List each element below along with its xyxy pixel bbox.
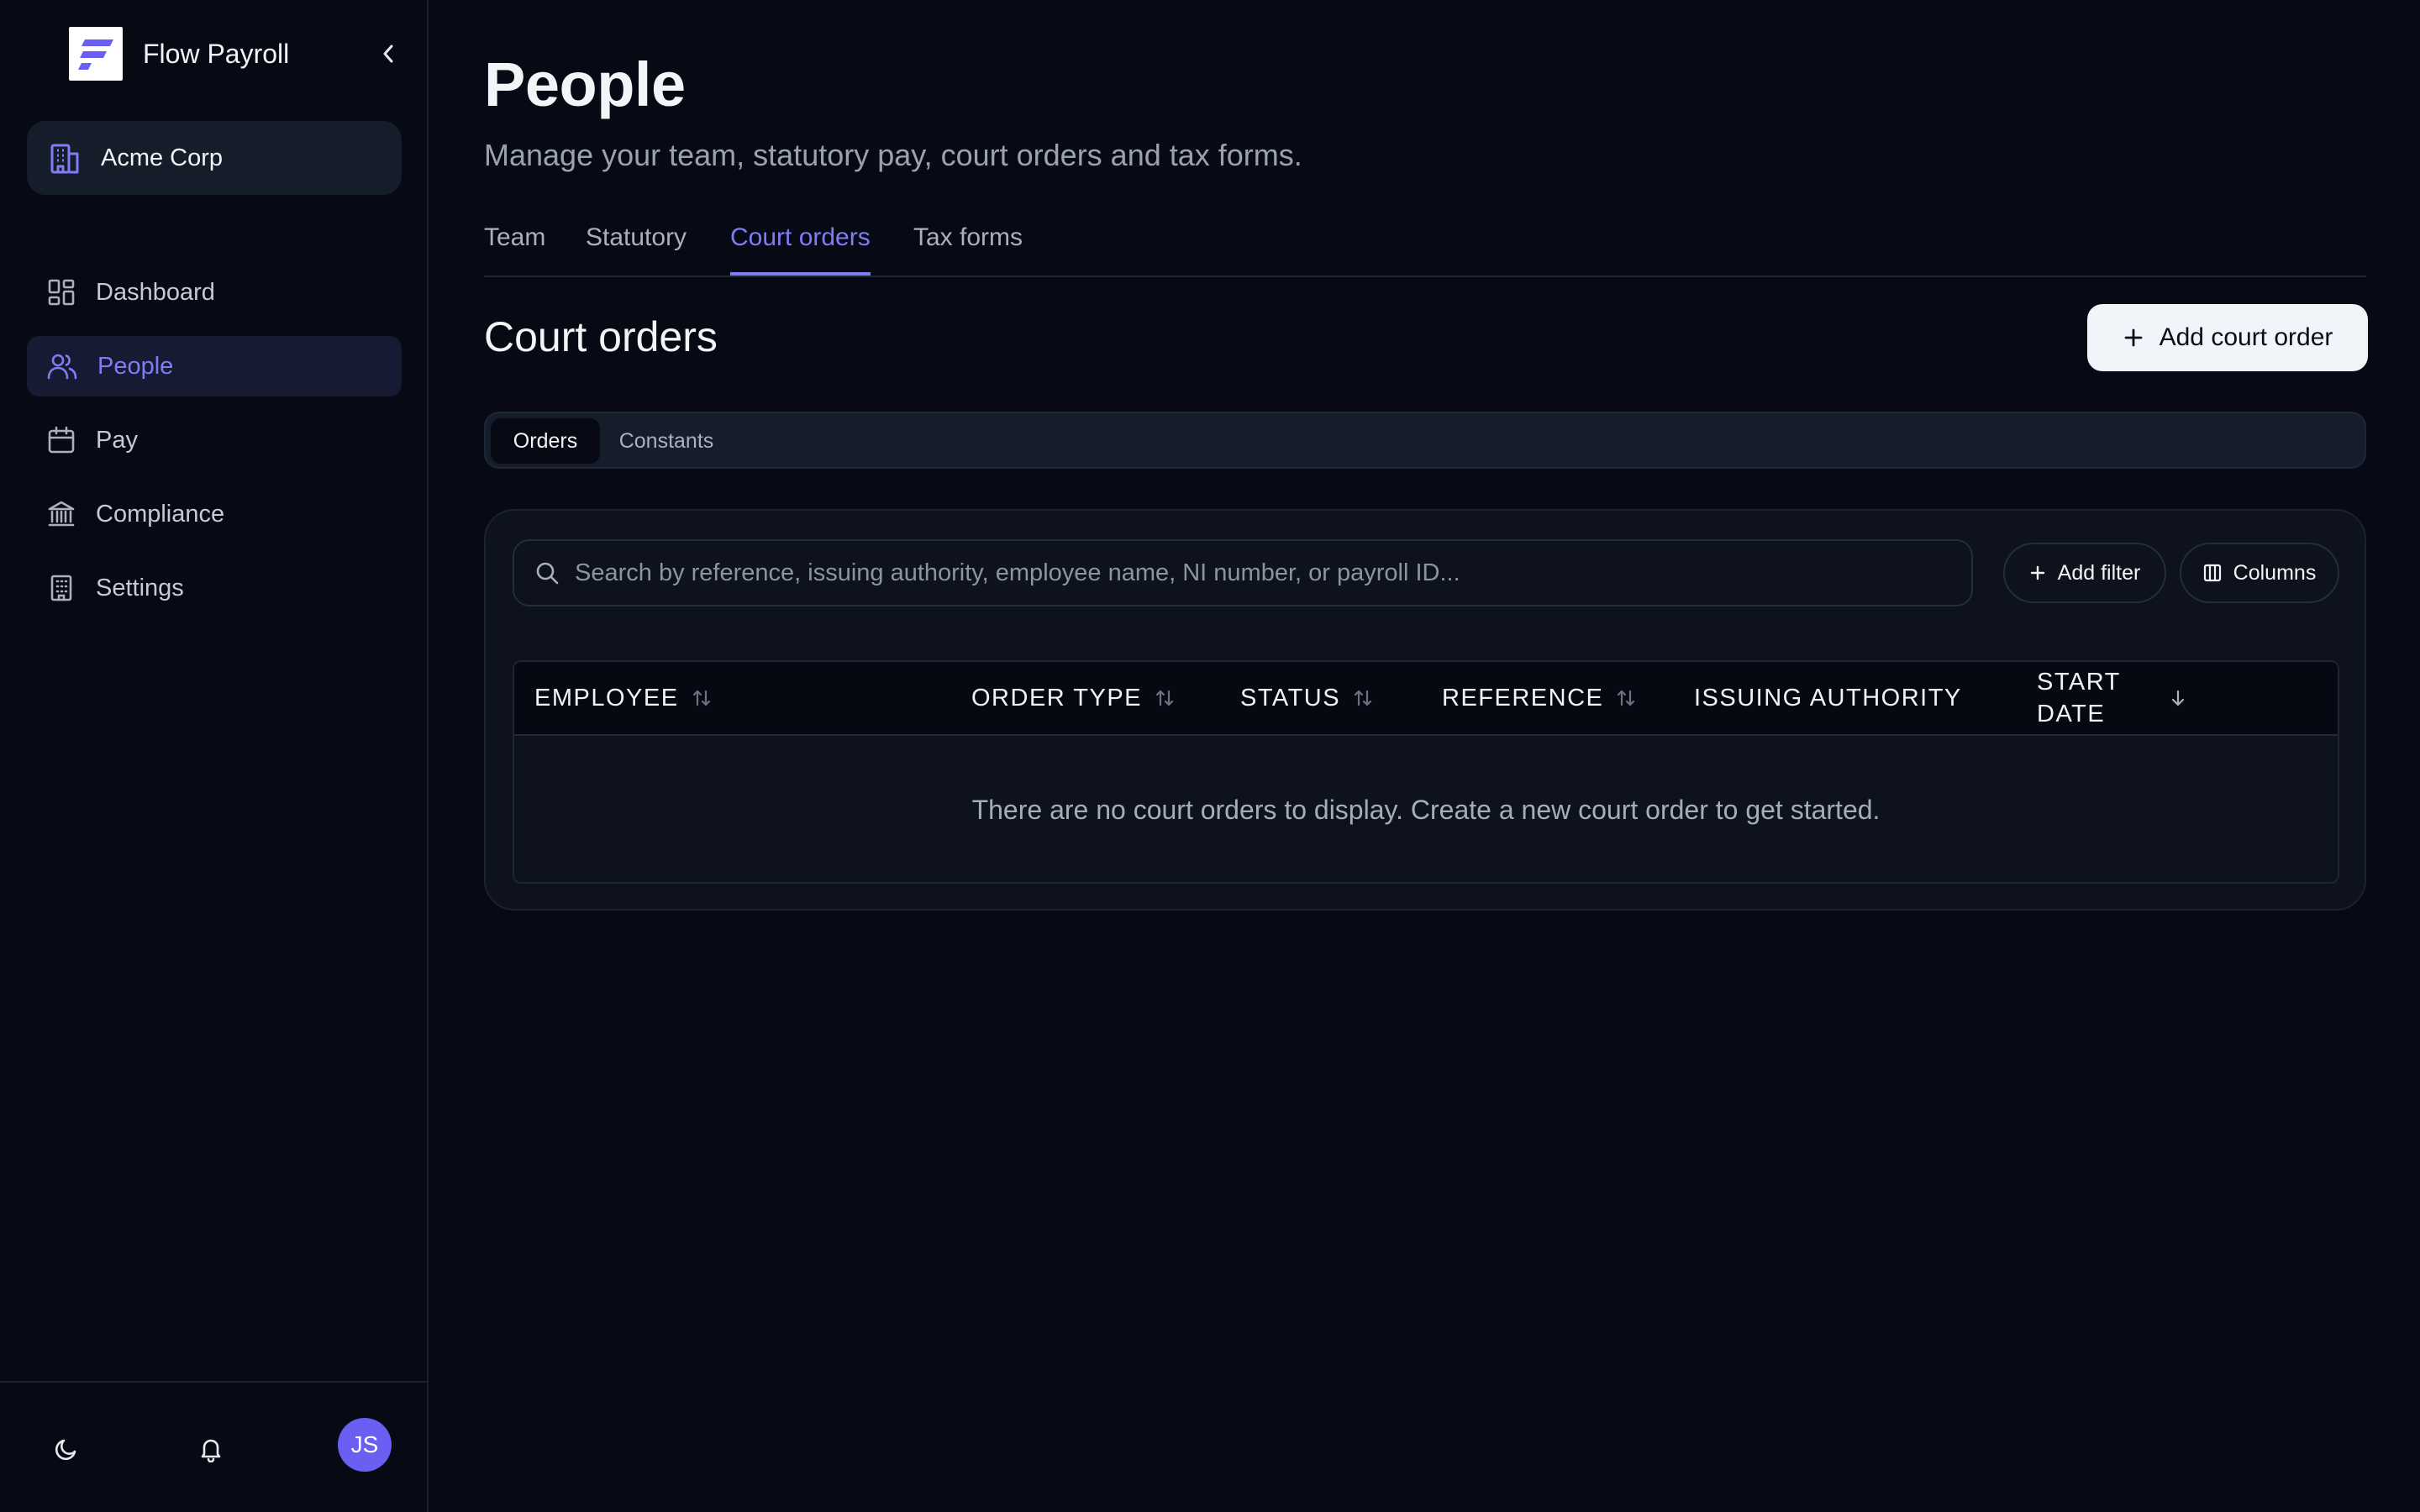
- add-filter-label: Add filter: [2057, 560, 2141, 585]
- sidebar-item-pay[interactable]: Pay: [27, 410, 402, 470]
- office-building-icon: [50, 144, 79, 174]
- column-header-employee[interactable]: EMPLOYEE: [534, 662, 713, 734]
- column-header-start-date[interactable]: START DATE: [2037, 662, 2222, 734]
- search-box[interactable]: [513, 539, 1973, 606]
- sidebar-item-settings[interactable]: Settings: [27, 558, 402, 618]
- add-court-order-label: Add court order: [2159, 323, 2333, 351]
- search-icon: [536, 562, 559, 585]
- sidebar-nav: Dashboard People Pay Compliance Settings: [27, 262, 402, 632]
- column-label: STATUS: [1240, 684, 1341, 711]
- column-header-status[interactable]: STATUS: [1240, 662, 1374, 734]
- sort-icon: [691, 687, 713, 709]
- section-title: Court orders: [484, 313, 718, 360]
- column-label: REFERENCE: [1442, 684, 1604, 711]
- bank-icon: [48, 501, 75, 527]
- building-icon: [50, 575, 72, 601]
- column-label: ORDER TYPE: [971, 684, 1143, 711]
- arrow-down-icon: [2168, 688, 2188, 708]
- theme-toggle-button[interactable]: [44, 1426, 89, 1472]
- tab-court-orders[interactable]: Court orders: [730, 223, 871, 276]
- column-header-order-type[interactable]: ORDER TYPE: [971, 662, 1176, 734]
- sort-icon: [1352, 687, 1374, 709]
- dashboard-icon: [48, 279, 75, 306]
- bell-icon: [201, 1439, 221, 1462]
- court-orders-card: Add filter Columns EMPLOYEE ORDER TYPE S…: [484, 509, 2366, 911]
- users-icon: [47, 354, 77, 380]
- orders-segmented-control: Orders Constants: [484, 412, 2366, 469]
- columns-button[interactable]: Columns: [2180, 543, 2339, 603]
- sidebar-footer: JS: [0, 1381, 427, 1512]
- column-label: ISSUING AUTHORITY: [1694, 684, 1962, 711]
- segment-orders[interactable]: Orders: [491, 418, 600, 464]
- column-label: START DATE: [2037, 669, 2121, 727]
- user-avatar[interactable]: JS: [338, 1418, 392, 1472]
- collapse-sidebar-button[interactable]: [375, 37, 402, 71]
- tab-statutory[interactable]: Statutory: [586, 223, 687, 276]
- sidebar-item-label: Settings: [96, 574, 184, 601]
- sidebar-item-label: Dashboard: [96, 278, 215, 306]
- sidebar-item-dashboard[interactable]: Dashboard: [27, 262, 402, 323]
- add-court-order-button[interactable]: Add court order: [2087, 304, 2368, 371]
- sidebar: Flow Payroll Acme Corp Dashboard People: [0, 0, 429, 1512]
- column-header-reference[interactable]: REFERENCE: [1442, 662, 1637, 734]
- table-header: EMPLOYEE ORDER TYPE STATUS REFERENCE ISS…: [514, 662, 2338, 736]
- chevron-left-icon: [383, 45, 393, 63]
- sidebar-item-label: Pay: [96, 426, 138, 454]
- page-title: People: [484, 50, 686, 119]
- sidebar-item-label: People: [97, 352, 174, 380]
- brand[interactable]: Flow Payroll: [69, 27, 289, 81]
- segment-constants[interactable]: Constants: [612, 418, 721, 464]
- notifications-button[interactable]: [188, 1426, 234, 1472]
- sidebar-item-people[interactable]: People: [27, 336, 402, 396]
- moon-icon: [55, 1439, 76, 1461]
- flow-logo-icon: [69, 27, 123, 81]
- sidebar-item-label: Compliance: [96, 500, 225, 528]
- court-orders-table: EMPLOYEE ORDER TYPE STATUS REFERENCE ISS…: [513, 660, 2339, 884]
- calendar-icon: [48, 426, 75, 454]
- columns-label: Columns: [2233, 560, 2317, 585]
- tab-team[interactable]: Team: [484, 223, 545, 276]
- org-name: Acme Corp: [101, 144, 224, 171]
- columns-icon: [2203, 564, 2222, 582]
- plus-icon: [2124, 328, 2143, 347]
- page-subtitle: Manage your team, statutory pay, court o…: [484, 138, 1302, 172]
- plus-icon: [2029, 564, 2046, 581]
- search-input[interactable]: [573, 558, 1921, 588]
- app-name: Flow Payroll: [143, 38, 290, 69]
- org-switcher[interactable]: Acme Corp: [27, 121, 402, 195]
- column-label: EMPLOYEE: [534, 684, 679, 711]
- tab-tax-forms[interactable]: Tax forms: [913, 223, 1023, 276]
- add-filter-button[interactable]: Add filter: [2003, 543, 2166, 603]
- empty-state-message: There are no court orders to display. Cr…: [971, 794, 1881, 825]
- sort-icon: [1154, 687, 1176, 709]
- column-header-issuing-authority[interactable]: ISSUING AUTHORITY: [1694, 662, 1962, 734]
- sort-icon: [1615, 687, 1637, 709]
- sidebar-item-compliance[interactable]: Compliance: [27, 484, 402, 544]
- people-tabs: Team Statutory Court orders Tax forms: [484, 220, 2366, 277]
